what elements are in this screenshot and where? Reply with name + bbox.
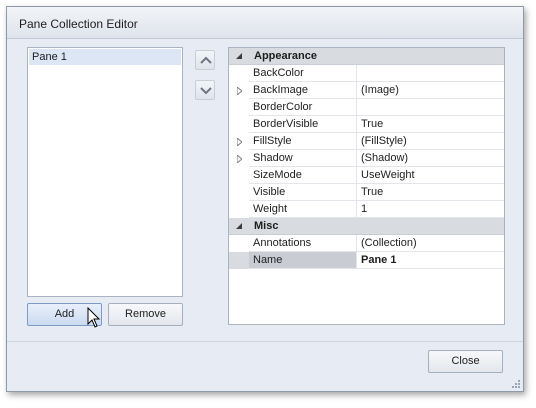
property-value[interactable]: 1	[357, 201, 504, 218]
window-title: Pane Collection Editor	[19, 17, 138, 31]
property-name: BackColor	[249, 65, 357, 82]
property-value[interactable]: Pane 1	[357, 252, 504, 269]
collapse-triangle-icon[interactable]	[236, 223, 243, 230]
expand-triangle-icon[interactable]	[237, 87, 242, 95]
property-row-visible[interactable]: Visible True	[229, 184, 504, 201]
chevron-up-icon	[200, 56, 212, 64]
property-row-name[interactable]: Name Pane 1	[229, 252, 504, 269]
property-name: Weight	[249, 201, 357, 218]
property-name: FillStyle	[249, 133, 357, 150]
category-label: Misc	[254, 220, 279, 232]
property-name: BackImage	[249, 82, 357, 99]
remove-button[interactable]: Remove	[108, 303, 183, 326]
mouse-pointer-icon	[87, 307, 101, 328]
property-value[interactable]: (Shadow)	[357, 150, 504, 167]
property-row-weight[interactable]: Weight 1	[229, 201, 504, 218]
list-item[interactable]: Pane 1	[29, 49, 181, 65]
category-appearance[interactable]: Appearance	[229, 48, 504, 65]
property-value[interactable]: True	[357, 184, 504, 201]
property-value[interactable]: True	[357, 116, 504, 133]
property-name: BorderVisible	[249, 116, 357, 133]
pane-list[interactable]: Pane 1	[27, 47, 183, 297]
dialog-footer: Close	[7, 342, 523, 391]
property-value[interactable]: UseWeight	[357, 167, 504, 184]
property-row-annotations[interactable]: Annotations (Collection)	[229, 235, 504, 252]
property-row-backimage[interactable]: BackImage (Image)	[229, 82, 504, 99]
chevron-down-icon	[200, 87, 212, 95]
expand-triangle-icon[interactable]	[237, 155, 242, 163]
resize-grip-icon[interactable]	[511, 379, 521, 389]
property-value[interactable]	[357, 99, 504, 116]
category-misc[interactable]: Misc	[229, 218, 504, 235]
property-row-sizemode[interactable]: SizeMode UseWeight	[229, 167, 504, 184]
property-value[interactable]: (Collection)	[357, 235, 504, 252]
property-name: Annotations	[249, 235, 357, 252]
pane-collection-editor-dialog: Pane Collection Editor Pane 1 Appearance…	[6, 6, 524, 392]
property-value[interactable]	[357, 65, 504, 82]
category-label: Appearance	[254, 50, 317, 62]
property-row-bordervisible[interactable]: BorderVisible True	[229, 116, 504, 133]
move-up-button[interactable]	[195, 50, 215, 70]
collapse-triangle-icon[interactable]	[236, 53, 243, 60]
property-value[interactable]: (Image)	[357, 82, 504, 99]
property-value[interactable]: (FillStyle)	[357, 133, 504, 150]
property-row-shadow[interactable]: Shadow (Shadow)	[229, 150, 504, 167]
property-name: SizeMode	[249, 167, 357, 184]
property-name: Name	[249, 252, 357, 269]
property-name: Shadow	[249, 150, 357, 167]
property-row-fillstyle[interactable]: FillStyle (FillStyle)	[229, 133, 504, 150]
property-name: Visible	[249, 184, 357, 201]
expand-triangle-icon[interactable]	[237, 138, 242, 146]
property-name: BorderColor	[249, 99, 357, 116]
property-row-backcolor[interactable]: BackColor	[229, 65, 504, 82]
close-button[interactable]: Close	[428, 350, 503, 373]
property-row-bordercolor[interactable]: BorderColor	[229, 99, 504, 116]
property-grid[interactable]: Appearance BackColor BackImage (Image) B…	[228, 47, 505, 325]
title-bar[interactable]: Pane Collection Editor	[7, 7, 523, 39]
move-down-button[interactable]	[195, 80, 215, 100]
